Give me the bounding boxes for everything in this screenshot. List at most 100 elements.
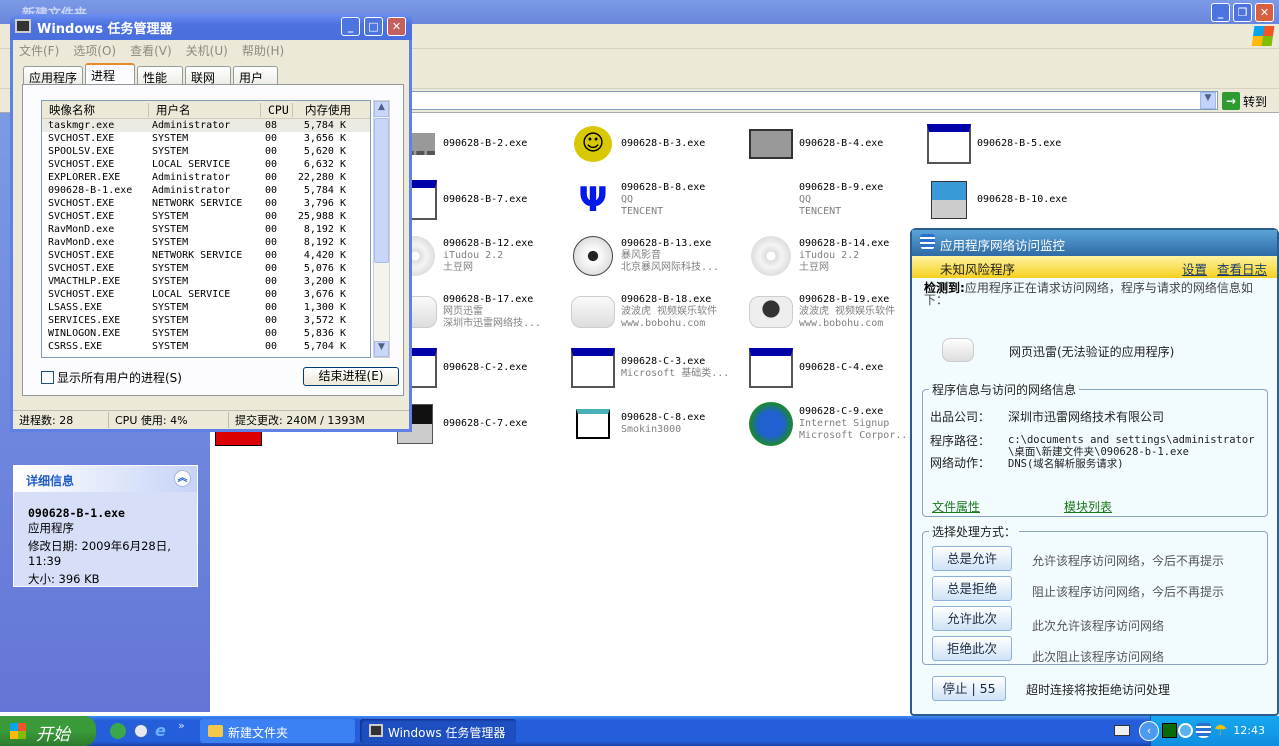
keyboard-icon[interactable] (1114, 725, 1130, 736)
process-row[interactable]: SVCHOST.EXE SYSTEM 00 25,988 K (42, 210, 370, 223)
process-row[interactable]: SVCHOST.EXE SYSTEM 00 3,656 K (42, 132, 370, 145)
file-item[interactable]: 090628-B-12.exe iTudou 2.2 土豆网 (393, 228, 571, 284)
process-row[interactable]: EXPLORER.EXE Administrator 00 22,280 K (42, 171, 370, 184)
process-row[interactable]: RavMonD.exe SYSTEM 00 8,192 K (42, 236, 370, 249)
settings-link[interactable]: 设置 (1182, 259, 1207, 278)
go-button[interactable]: → 转到 (1222, 91, 1267, 111)
scroll-thumb[interactable] (374, 118, 389, 263)
process-row[interactable]: CSRSS.EXE SYSTEM 00 5,704 K (42, 340, 370, 353)
view-log-link[interactable]: 查看日志 (1217, 259, 1267, 278)
col-cpu[interactable]: CPU (261, 102, 293, 117)
col-user-name[interactable]: 用户名 (149, 102, 261, 117)
menu-shutdown[interactable]: 关机(U) (186, 42, 228, 59)
file-item[interactable]: 090628-B-9.exe QQ TENCENT (749, 172, 927, 228)
disc-icon (749, 234, 793, 278)
file-item[interactable]: 090628-B-10.exe (927, 172, 1105, 228)
scroll-up-icon[interactable]: ▲ (374, 101, 389, 117)
file-description: Internet Signup (799, 418, 890, 429)
allow-once-button[interactable]: 允许此次 (932, 606, 1012, 631)
details-header[interactable]: 详细信息 ︽ (14, 466, 197, 492)
process-row[interactable]: LSASS.EXE SYSTEM 00 1,300 K (42, 301, 370, 314)
file-item[interactable]: 090628-B-13.exe 暴风影音 北京暴风网际科技... (571, 228, 749, 284)
menu-file[interactable]: 文件(F) (19, 42, 59, 59)
tray-umbrella-icon[interactable]: ☂ (1214, 723, 1229, 738)
quicklaunch-more-icon[interactable]: » (178, 719, 194, 735)
scroll-down-icon[interactable]: ▼ (374, 341, 389, 357)
start-label: 开始 (36, 725, 70, 745)
process-row[interactable]: WINLOGON.EXE SYSTEM 00 5,836 K (42, 327, 370, 340)
file-item[interactable]: 090628-C-9.exe Internet Signup Microsoft C… (749, 396, 927, 452)
process-row[interactable]: SERVICES.EXE SYSTEM 00 3,572 K (42, 314, 370, 327)
file-item[interactable]: 090628-C-8.exe Smokin3000 (571, 396, 749, 452)
address-dropdown-icon[interactable]: ▼ (1200, 92, 1216, 109)
tm-maximize-button[interactable]: □ (364, 17, 383, 36)
start-button[interactable]: 开始 (0, 716, 96, 746)
quicklaunch-update-icon[interactable] (110, 723, 126, 739)
quicklaunch-ie-icon[interactable]: e (155, 723, 171, 739)
file-item[interactable]: 090628-B-14.exe iTudou 2.2 土豆网 (749, 228, 927, 284)
process-row[interactable]: SVCHOST.EXE LOCAL SERVICE 00 6,632 K (42, 158, 370, 171)
collapse-icon[interactable]: ︽ (174, 470, 191, 487)
menu-view[interactable]: 查看(V) (130, 42, 172, 59)
process-row[interactable]: SPOOLSV.EXE SYSTEM 00 5,620 K (42, 145, 370, 158)
process-row[interactable]: SVCHOST.EXE NETWORK SERVICE 00 4,420 K (42, 249, 370, 262)
tab-processes[interactable]: 进程 (85, 63, 136, 85)
file-item[interactable]: 090628-B-4.exe (749, 116, 927, 172)
realtek-crab-icon: Ψ (578, 180, 608, 220)
file-item[interactable]: 090628-C-7.exe (393, 396, 571, 452)
tm-close-button[interactable]: ✕ (387, 17, 406, 36)
task-manager-title-bar[interactable]: Windows 任务管理器 _ □ ✕ (10, 14, 412, 40)
address-input[interactable] (410, 91, 1218, 110)
file-item[interactable]: Ψ 090628-B-8.exe QQ TENCENT (571, 172, 749, 228)
col-image-name[interactable]: 映像名称 (42, 102, 149, 117)
file-item[interactable]: 090628-B-19.exe 波波虎 视频娱乐软件 www.bobohu.com (749, 284, 927, 340)
end-process-button[interactable]: 结束进程(E) (303, 367, 399, 386)
file-item[interactable]: 090628-C-4.exe (749, 340, 927, 396)
tab-applications[interactable]: 应用程序 (23, 66, 84, 85)
file-item[interactable]: 090628-B-5.exe (927, 116, 1105, 172)
process-list-scrollbar[interactable]: ▲ ▼ (373, 100, 390, 358)
file-properties-link[interactable]: 文件属性 (932, 498, 980, 515)
menu-options[interactable]: 选项(O) (73, 42, 116, 59)
file-item[interactable]: 090628-C-3.exe Microsoft 基础类... (571, 340, 749, 396)
file-item[interactable]: ☺ 090628-B-3.exe (571, 116, 749, 172)
quicklaunch-media-player-icon[interactable] (133, 723, 149, 739)
col-memory[interactable]: 内存使用 (293, 103, 351, 117)
taskbar-button-explorer[interactable]: 新建文件夹 (200, 719, 355, 743)
file-item[interactable]: 090628-B-18.exe 波波虎 视频娱乐软件 www.bobohu.com (571, 284, 749, 340)
always-allow-button[interactable]: 总是允许 (932, 546, 1012, 571)
minimize-button[interactable]: _ (1211, 3, 1230, 22)
restore-button[interactable]: ❐ (1233, 3, 1252, 22)
close-button[interactable]: ✕ (1255, 3, 1274, 22)
process-row[interactable]: SVCHOST.EXE NETWORK SERVICE 00 3,796 K (42, 197, 370, 210)
publisher-label: 出品公司： (930, 410, 991, 424)
taskbar-button-task-manager[interactable]: Windows 任务管理器 (360, 719, 516, 743)
tab-users[interactable]: 用户 (233, 66, 279, 85)
tray-monitor-icon[interactable] (1162, 723, 1177, 738)
process-row[interactable]: SVCHOST.EXE SYSTEM 00 5,076 K (42, 262, 370, 275)
tray-expand-icon[interactable]: ‹ (1139, 721, 1159, 741)
process-row[interactable]: RavMonD.exe SYSTEM 00 8,192 K (42, 223, 370, 236)
tab-networking[interactable]: 联网 (185, 66, 232, 85)
file-item[interactable]: 090628-C-2.exe (393, 340, 571, 396)
tab-performance[interactable]: 性能 (137, 66, 184, 85)
process-row[interactable]: SVCHOST.EXE LOCAL SERVICE 00 3,676 K (42, 288, 370, 301)
stop-countdown-button[interactable]: 停止 | 55 (932, 676, 1006, 701)
file-item[interactable]: 090628-B-17.exe 网页迅雷 深圳市迅雷网络技... (393, 284, 571, 340)
show-all-users-checkbox[interactable]: 显示所有用户的进程(S) (41, 369, 182, 386)
tm-minimize-button[interactable]: _ (341, 17, 360, 36)
deny-once-button[interactable]: 拒绝此次 (932, 636, 1012, 661)
checkbox-box[interactable] (41, 371, 54, 384)
process-row[interactable]: 090628-B-1.exe Administrator 00 5,784 K (42, 184, 370, 197)
file-item[interactable]: 090628-B-2.exe (393, 116, 571, 172)
menu-help[interactable]: 帮助(H) (242, 42, 284, 59)
module-list-link[interactable]: 模块列表 (1064, 498, 1112, 515)
process-row[interactable]: VMACTHLP.EXE SYSTEM 00 3,200 K (42, 275, 370, 288)
monitor-title-bar[interactable]: 应用程序网络访问监控 (912, 230, 1277, 256)
process-name: EXPLORER.EXE (48, 172, 121, 183)
process-row[interactable]: taskmgr.exe Administrator 08 5,784 K (42, 119, 370, 132)
tray-shield-icon[interactable] (1196, 723, 1211, 738)
tray-network-icon[interactable] (1178, 723, 1193, 738)
always-deny-button[interactable]: 总是拒绝 (932, 576, 1012, 601)
file-item[interactable]: 090628-B-7.exe (393, 172, 571, 228)
